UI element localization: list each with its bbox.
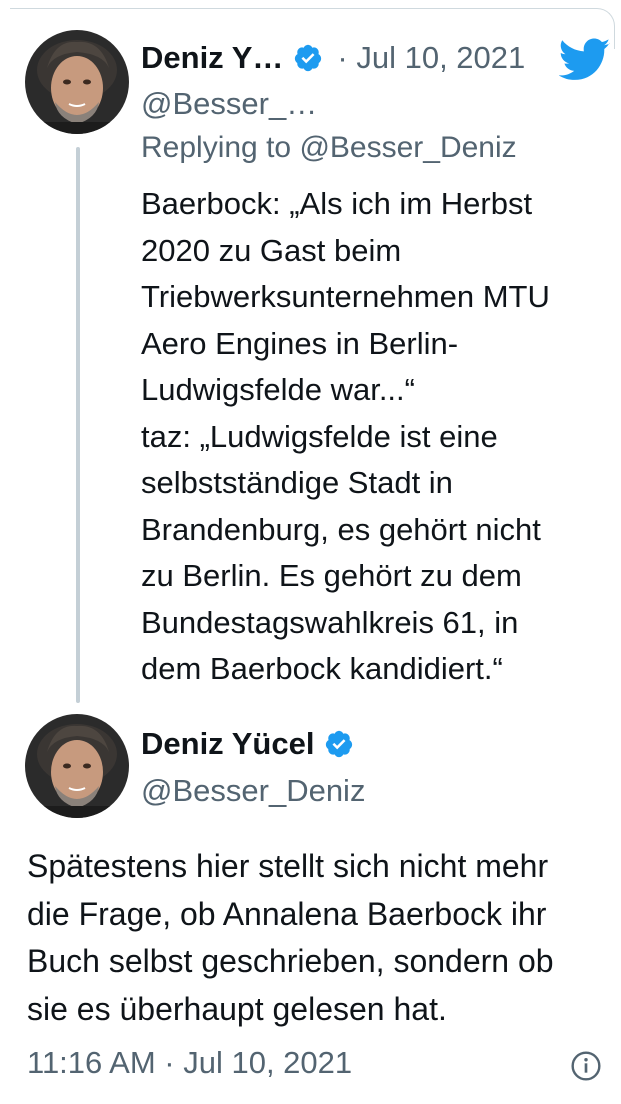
replying-to-label: Replying to	[141, 131, 292, 164]
text-line: Brandenburg, es gehört nicht	[141, 511, 541, 547]
quoted-handle[interactable]: @Besser_…	[141, 86, 317, 122]
replying-to-mention[interactable]: @Besser_Deniz	[299, 131, 516, 164]
avatar-quoted[interactable]	[25, 30, 129, 134]
main-author-name[interactable]: Deniz Yücel	[141, 726, 314, 762]
main-handle[interactable]: @Besser_Deniz	[141, 773, 365, 809]
text-line: Buch selbst geschrieben, sondern ob	[27, 943, 554, 979]
text-line: Ludwigsfelde war...“	[141, 372, 415, 407]
quoted-author-name[interactable]: Deniz Y…	[141, 40, 283, 76]
verified-badge-icon	[324, 729, 354, 759]
text-line: taz: „Ludwigsfelde ist eine	[141, 418, 498, 454]
tweet-screenshot: Deniz Y… · Jul 10, 2021 @Besser_… Replyi…	[0, 0, 621, 1104]
text-line: Spätestens hier stellt sich nicht mehr	[27, 848, 549, 884]
quoted-tweet-text: Baerbock: „Als ich im Herbst 2020 zu Gas…	[141, 181, 601, 693]
text-line: 2020 zu Gast beim	[141, 232, 402, 268]
text-line: selbstständige Stadt in	[141, 465, 453, 500]
twitter-bird-icon	[558, 38, 611, 82]
avatar-main[interactable]	[25, 714, 129, 818]
quoted-date[interactable]: · Jul 10, 2021	[337, 40, 525, 76]
tweet-timestamp[interactable]: 11:16 AM · Jul 10, 2021	[27, 1045, 352, 1081]
text-line: Baerbock: „Als ich im Herbst	[141, 186, 533, 221]
main-header: Deniz Yücel	[141, 726, 354, 762]
text-line: Aero Engines in Berlin-	[141, 325, 459, 361]
text-line: sie es überhaupt gelesen hat.	[27, 990, 447, 1027]
text-line: die Frage, ob Annalena Baerbock ihr	[27, 895, 547, 932]
thread-connector-line	[76, 147, 80, 703]
main-tweet-text: Spätestens hier stellt sich nicht mehr d…	[27, 843, 607, 1033]
text-line: dem Baerbock kandidiert.“	[141, 651, 503, 686]
quoted-header: Deniz Y… · Jul 10, 2021	[141, 40, 525, 76]
text-line: Bundestagswahlkreis 61, in	[141, 604, 519, 640]
verified-badge-icon	[293, 43, 323, 73]
text-line: Triebwerksunternehmen MTU	[141, 279, 550, 314]
info-icon[interactable]	[570, 1050, 602, 1082]
text-line: zu Berlin. Es gehört zu dem	[141, 558, 522, 593]
replying-to-line: Replying to @Besser_Deniz	[141, 131, 517, 165]
